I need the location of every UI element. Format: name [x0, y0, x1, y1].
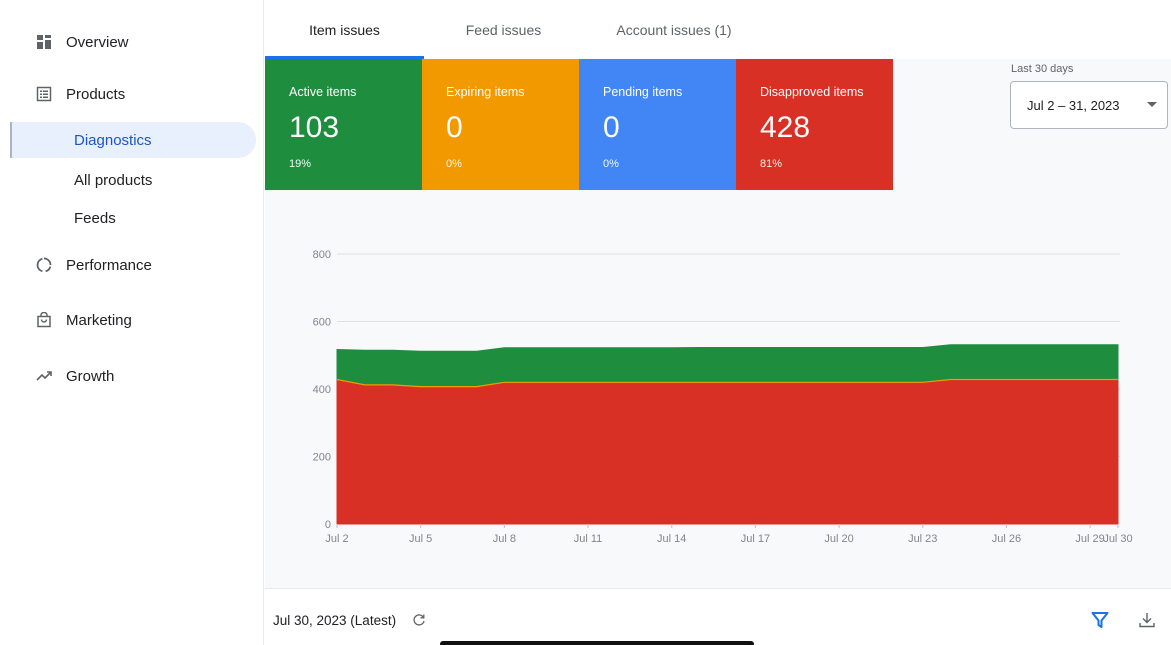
tab-account-issues[interactable]: Account issues (1)	[583, 0, 765, 59]
card-title: Active items	[289, 85, 357, 99]
nav-sub-feeds-label: Feeds	[74, 209, 116, 227]
card-title: Pending items	[603, 85, 683, 99]
card-percent: 81%	[760, 158, 783, 170]
card-value: 0	[603, 111, 620, 144]
nav-overview-label: Overview	[66, 33, 129, 51]
x-tick-label: Jul 2	[325, 533, 348, 545]
card-value: 103	[289, 111, 340, 144]
stacked-area-chart: 0 200 400 600 800 Jul 2 Jul 5 Jul 8 Jul 11 Jul 14…	[313, 249, 1133, 545]
items-chart: 0 200 400 600 800 Jul 2 Jul 5 Jul 8 Jul 11 Jul 14…	[265, 230, 1171, 550]
dropdown-caret-icon	[1147, 102, 1157, 107]
y-tick-label: 600	[313, 317, 331, 329]
x-tick-label: Jul 20	[824, 533, 853, 545]
nav-growth[interactable]: Growth	[0, 358, 256, 394]
list-icon	[36, 86, 52, 102]
nav-sub-diagnostics-label: Diagnostics	[74, 131, 152, 149]
card-percent: 19%	[289, 158, 312, 170]
tab-item-issues[interactable]: Item issues	[265, 0, 424, 59]
nav-sub-all-products[interactable]: All products	[0, 162, 256, 198]
nav-growth-label: Growth	[66, 367, 115, 385]
shopping-bag-icon	[37, 312, 51, 328]
x-tick-label: Jul 17	[741, 533, 770, 545]
download-icon[interactable]	[1138, 611, 1156, 629]
x-tick-label: Jul 29	[1075, 533, 1104, 545]
card-title: Disapproved items	[760, 85, 864, 99]
date-range-caption: Last 30 days	[1011, 63, 1074, 75]
card-value: 428	[760, 111, 811, 144]
dashboard-icon	[37, 35, 51, 49]
nav-performance-label: Performance	[66, 256, 152, 274]
y-tick-label: 800	[313, 249, 331, 261]
x-tick-label: Jul 11	[574, 533, 603, 545]
main-content: Item issues Feed issues Account issues (…	[265, 0, 1171, 645]
nav-overview[interactable]: Overview	[0, 24, 256, 60]
nav-performance[interactable]: Performance	[0, 247, 256, 283]
nav-products-label: Products	[66, 85, 126, 103]
active-indicator	[10, 122, 12, 158]
x-tick-label: Jul 30	[1103, 533, 1132, 545]
refresh-icon[interactable]	[412, 613, 426, 627]
filter-icon[interactable]	[1091, 611, 1109, 629]
date-range-select[interactable]: Jul 2 – 31, 2023	[1010, 81, 1168, 129]
nav-marketing[interactable]: Marketing	[0, 302, 256, 338]
tab-bar: Item issues Feed issues Account issues (…	[265, 0, 1171, 59]
nav-sub-feeds[interactable]: Feeds	[0, 200, 256, 236]
trending-up-icon	[36, 371, 52, 381]
nav-marketing-label: Marketing	[66, 311, 132, 329]
card-title: Expiring items	[446, 85, 525, 99]
date-range-value: Jul 2 – 31, 2023	[1027, 98, 1120, 113]
x-tick-label: Jul 14	[657, 533, 686, 545]
x-tick-label: Jul 5	[409, 533, 432, 545]
card-expiring-items[interactable]: Expiring items 0 0%	[422, 59, 579, 190]
x-tick-label: Jul 8	[493, 533, 516, 545]
nav-sub-diagnostics[interactable]: Diagnostics	[10, 122, 256, 158]
x-tick-label: Jul 23	[908, 533, 937, 545]
card-percent: 0%	[446, 158, 462, 170]
x-tick-label: Jul 26	[992, 533, 1021, 545]
y-tick-label: 400	[313, 384, 331, 396]
card-disapproved-items[interactable]: Disapproved items 428 81%	[736, 59, 893, 190]
card-percent: 0%	[603, 158, 619, 170]
card-pending-items[interactable]: Pending items 0 0%	[579, 59, 736, 190]
nav-sub-all-products-label: All products	[74, 171, 153, 189]
y-tick-label: 200	[313, 452, 331, 464]
footer-bar: Jul 30, 2023 (Latest)	[265, 588, 1171, 645]
y-tick-label: 0	[325, 519, 331, 531]
area-series-0	[336, 378, 1119, 525]
home-indicator	[440, 641, 754, 645]
card-active-items[interactable]: Active items 103 19%	[265, 59, 422, 190]
tab-feed-issues[interactable]: Feed issues	[424, 0, 583, 59]
nav-products[interactable]: Products	[0, 76, 256, 112]
latest-date: Jul 30, 2023 (Latest)	[273, 613, 397, 628]
card-value: 0	[446, 111, 463, 144]
sidebar: Overview Products Diagnostics All produc…	[0, 0, 264, 645]
pie-icon	[36, 257, 52, 273]
